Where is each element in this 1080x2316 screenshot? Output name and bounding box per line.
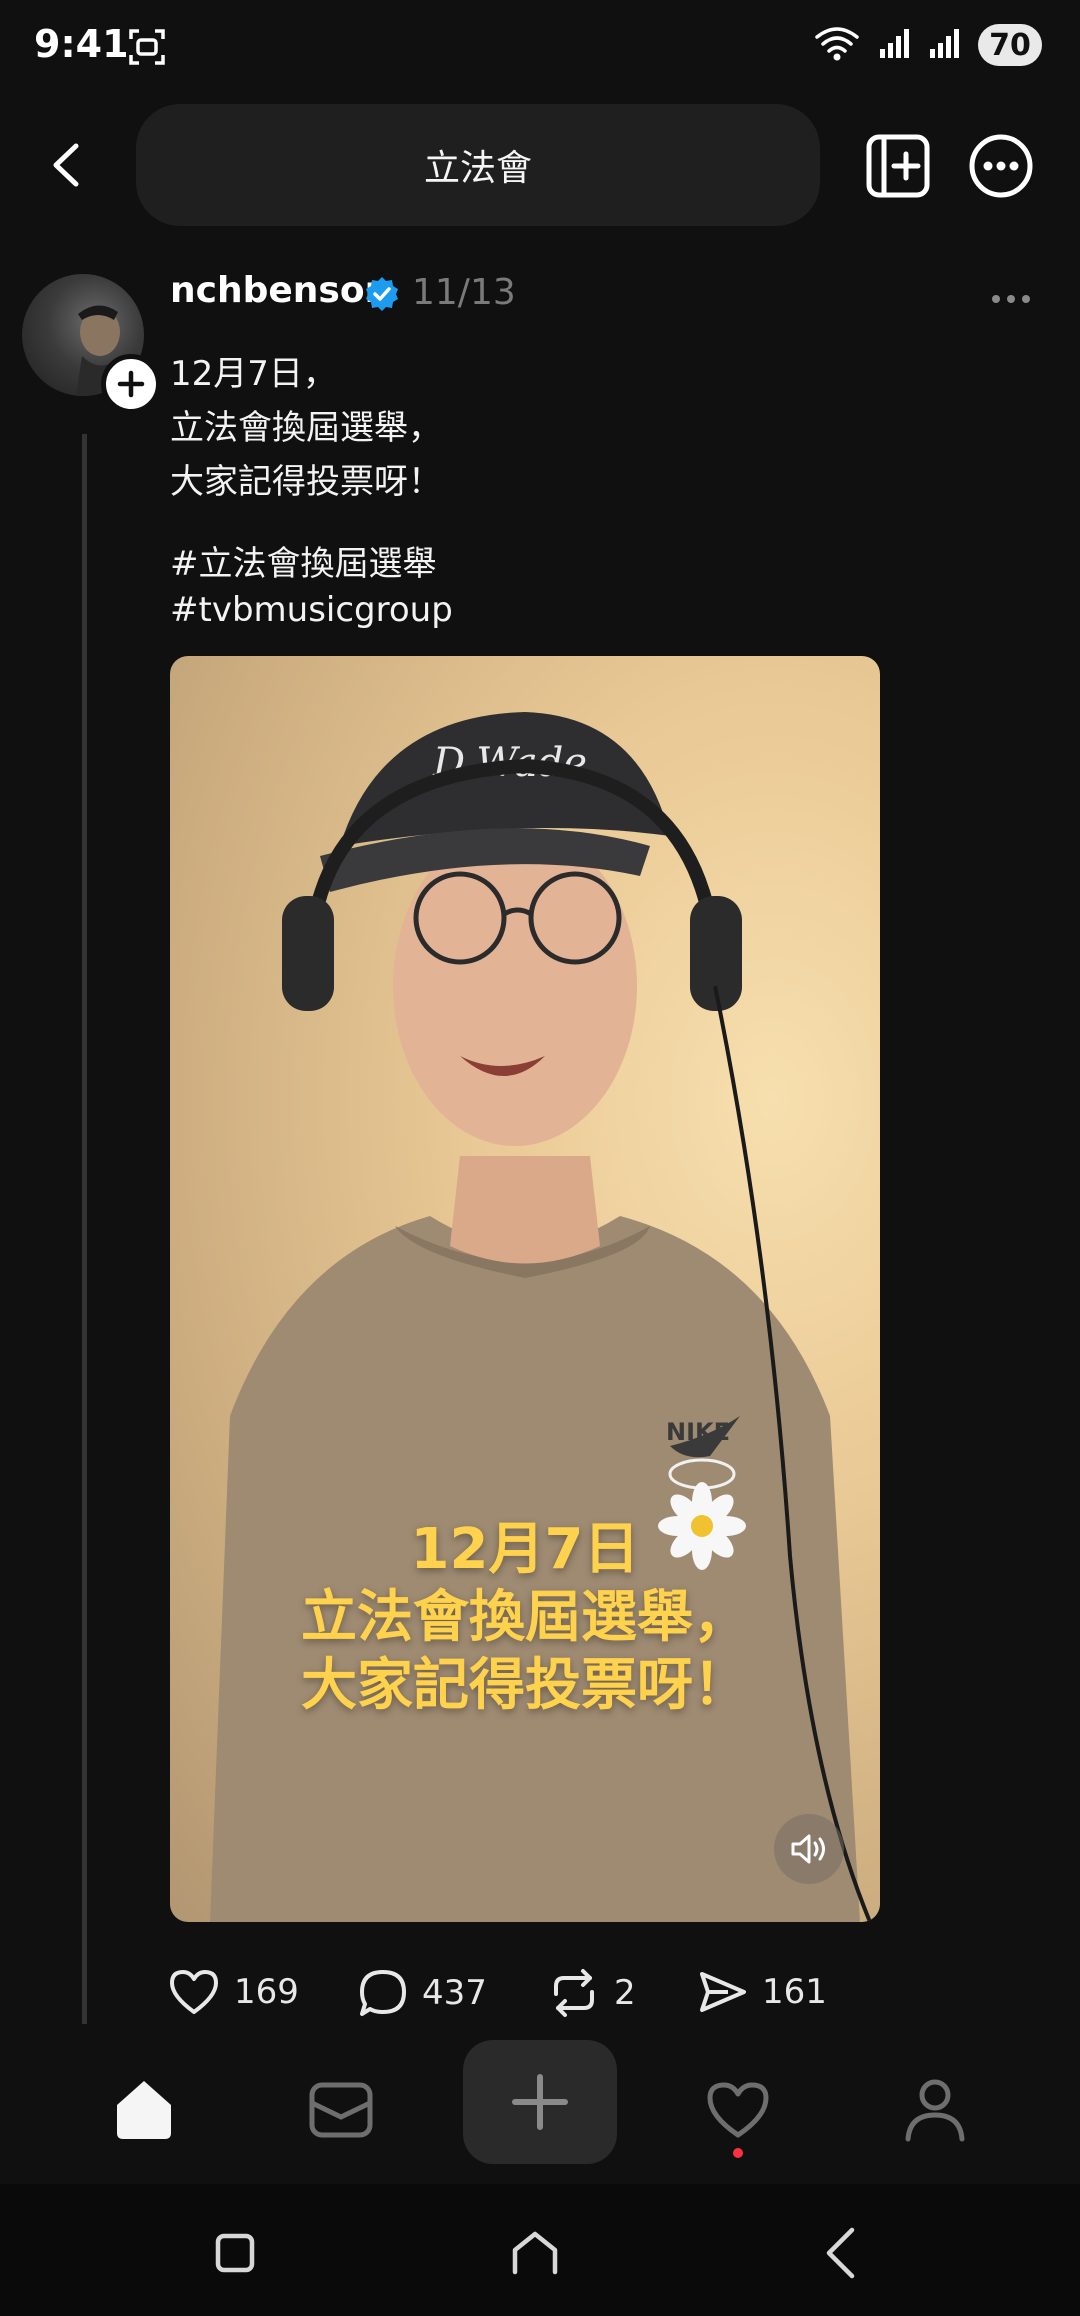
post-video[interactable]: D.Wade NIKE 12月7日 立法會換屆選舉， 大家記得投票呀！ <box>170 656 880 1922</box>
video-caption: 12月7日 立法會換屆選舉， 大家記得投票呀！ <box>170 1516 880 1720</box>
nav-inbox-button[interactable] <box>301 2070 381 2150</box>
more-dots-icon <box>992 295 1030 303</box>
post-date: 11/13 <box>412 272 516 313</box>
nav-home-button[interactable] <box>104 2070 184 2150</box>
back-chevron-icon <box>826 2227 855 2279</box>
signal-icon <box>878 27 910 63</box>
send-icon <box>700 1972 746 2012</box>
repost-icon <box>554 1969 594 2017</box>
home-outline-icon <box>512 2231 558 2275</box>
profile-icon <box>905 2079 965 2142</box>
svg-text:NIKE: NIKE <box>666 1418 730 1446</box>
reply-button[interactable]: 437 <box>358 1968 487 2018</box>
more-circle-icon <box>969 134 1033 198</box>
post-username[interactable]: nchbenson <box>170 270 390 311</box>
search-query-pill[interactable]: 立法會 <box>136 104 820 226</box>
signal-icon <box>928 27 960 63</box>
video-caption-line: 12月7日 <box>410 1517 640 1582</box>
like-count: 169 <box>234 1972 299 2012</box>
share-button[interactable]: 161 <box>698 1968 827 2016</box>
back-button[interactable] <box>36 130 96 200</box>
notification-dot <box>733 2148 743 2158</box>
video-caption-line: 立法會換屆選舉， <box>301 1585 749 1650</box>
repost-button[interactable]: 2 <box>548 1968 636 2018</box>
repost-count: 2 <box>614 1973 636 2013</box>
post-text-line: 立法會換屆選舉， <box>170 408 442 448</box>
like-button[interactable]: 169 <box>168 1968 299 2016</box>
post-more-button[interactable] <box>990 290 1032 309</box>
verified-badge-icon <box>364 276 400 316</box>
battery-indicator: 70 <box>978 24 1042 66</box>
nav-profile-button[interactable] <box>895 2070 975 2150</box>
follow-plus-button[interactable] <box>101 354 161 414</box>
thread-line <box>82 434 87 2024</box>
heart-icon <box>170 1970 218 2014</box>
mute-toggle-button[interactable] <box>774 1814 844 1884</box>
share-count: 161 <box>762 1972 827 2012</box>
hashtag-link[interactable]: #立法會換屆選舉 <box>170 536 437 585</box>
hashtag-link[interactable]: #tvbmusicgroup <box>170 590 453 630</box>
status-icons: 70 <box>814 24 1042 66</box>
nav-activity-button[interactable] <box>698 2070 778 2150</box>
video-person-illustration: D.Wade NIKE <box>210 712 872 1922</box>
screenshot-icon <box>128 28 166 70</box>
recents-button[interactable] <box>200 2218 270 2288</box>
post-text-line: 大家記得投票呀！ <box>170 462 442 502</box>
square-icon <box>215 2233 255 2273</box>
heart-icon <box>707 2082 769 2138</box>
wifi-icon <box>814 25 860 65</box>
plus-icon <box>512 2074 568 2130</box>
system-back-button[interactable] <box>805 2218 875 2288</box>
nav-create-button[interactable] <box>463 2040 617 2164</box>
back-arrow-icon <box>53 143 79 187</box>
status-time: 9:41 <box>34 22 129 66</box>
home-icon <box>117 2081 171 2139</box>
inbox-icon <box>309 2082 373 2138</box>
search-query-text: 立法會 <box>423 148 532 189</box>
status-bar: 9:41 70 <box>0 0 1080 96</box>
comment-icon <box>360 1970 406 2016</box>
add-column-button[interactable] <box>866 134 930 198</box>
add-column-icon <box>866 134 930 198</box>
speaker-icon <box>791 1834 825 1864</box>
more-options-button[interactable] <box>969 134 1033 198</box>
reply-count: 437 <box>422 1973 487 2013</box>
plus-icon <box>117 370 145 398</box>
video-caption-line: 大家記得投票呀！ <box>301 1653 749 1718</box>
post-text-line: 12月7日， <box>170 354 337 394</box>
system-home-button[interactable] <box>500 2218 570 2288</box>
